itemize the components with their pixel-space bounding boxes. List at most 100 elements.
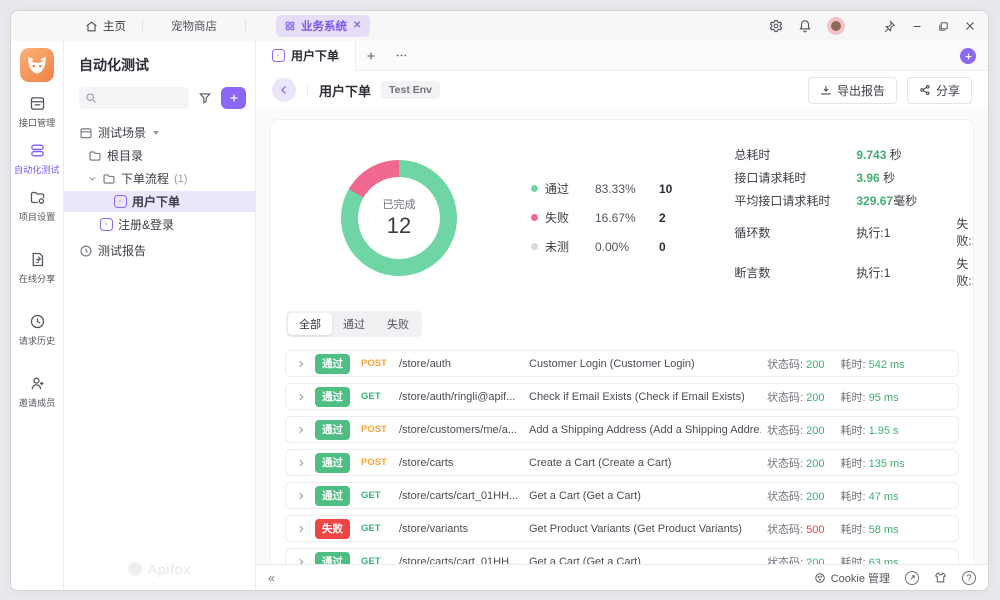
add-scenario-button[interactable]	[221, 87, 246, 109]
status-badge: 通过	[315, 486, 350, 506]
expand-chevron-icon[interactable]	[296, 458, 306, 468]
status-bar: « Cookie 管理 ?	[256, 564, 988, 590]
scenarios-box-icon	[79, 126, 93, 140]
test-result-row[interactable]: 通过 GET /store/carts/cart_01HH... Get a C…	[285, 482, 959, 509]
search-icon	[85, 92, 97, 104]
share-button[interactable]: 分享	[907, 77, 972, 104]
result-filter-tabs: 全部 通过 失败	[286, 311, 422, 337]
sidebar-item-invite-members[interactable]: 邀请成员	[11, 375, 63, 409]
minimize-window-icon[interactable]	[911, 20, 923, 32]
doc-tab-active[interactable]: 用户下单	[256, 41, 356, 71]
download-icon	[820, 84, 832, 96]
report-card: 已完成 12 通过 83.33% 10	[270, 119, 974, 564]
filter-tab-fail[interactable]: 失败	[376, 313, 420, 335]
chevron-expanded-icon	[88, 174, 97, 183]
test-scenario-icon	[100, 218, 113, 231]
send-feedback-icon[interactable]	[905, 571, 919, 585]
status-badge: 通过	[315, 420, 350, 440]
expand-chevron-icon[interactable]	[296, 557, 306, 565]
project-icon	[285, 21, 295, 31]
help-icon[interactable]: ?	[962, 571, 976, 585]
test-result-row[interactable]: 通过 POST /store/customers/me/a... Add a S…	[285, 416, 959, 443]
test-result-row[interactable]: 通过 GET /store/carts/cart_01HH... Get a C…	[285, 548, 959, 564]
legend-dot-untested	[531, 243, 538, 250]
status-badge: 通过	[315, 387, 350, 407]
test-result-row[interactable]: 通过 POST /store/auth Customer Login (Cust…	[285, 350, 959, 377]
tree-item-flow-folder[interactable]: 下单流程 (1)	[64, 168, 255, 189]
row-metrics: 状态码: 200 耗时: 95 ms	[767, 389, 899, 405]
row-metrics: 状态码: 200 耗时: 47 ms	[767, 488, 899, 504]
test-scenarios-panel: 自动化测试 测试场景 根目录	[64, 41, 256, 590]
maximize-window-icon[interactable]	[938, 21, 949, 32]
sidebar-item-project-settings[interactable]: 项目设置	[11, 189, 63, 223]
expand-chevron-icon[interactable]	[296, 491, 306, 501]
project-logo-fox[interactable]	[20, 48, 54, 82]
report-title: 用户下单	[319, 81, 371, 100]
legend-dot-pass	[531, 185, 538, 192]
request-name: Customer Login (Customer Login)	[529, 358, 761, 370]
http-method: GET	[361, 556, 399, 564]
test-result-row[interactable]: 失败 GET /store/variants Get Product Varia…	[285, 515, 959, 542]
collapse-sidebar-button[interactable]: «	[268, 571, 275, 585]
expand-chevron-icon[interactable]	[296, 425, 306, 435]
apifox-watermark: Apifox	[64, 561, 255, 577]
tree-item-test-reports[interactable]: 测试报告	[64, 240, 255, 261]
apifox-logo-icon	[128, 562, 142, 576]
request-path: /store/carts/cart_01HH...	[399, 490, 525, 502]
caret-down-icon	[153, 131, 159, 135]
project-tab-business-active[interactable]: 业务系统 ✕	[276, 15, 370, 37]
summary-stats: 总耗时 9.743 秒 接口请求耗时 3.96 秒 平均接口请求耗时 329.6…	[734, 146, 974, 289]
new-tab-button[interactable]	[356, 41, 386, 70]
donut-center-value: 12	[387, 213, 411, 239]
expand-chevron-icon[interactable]	[296, 392, 306, 402]
chart-legend: 通过 83.33% 10 失败 16.67% 2	[531, 180, 672, 255]
home-tab[interactable]: 主页	[85, 18, 126, 34]
export-report-button[interactable]: 导出报告	[808, 77, 897, 104]
expand-chevron-icon[interactable]	[296, 359, 306, 369]
project-tab-petstore[interactable]: 宠物商店	[159, 15, 229, 37]
request-path: /store/auth	[399, 358, 525, 370]
user-avatar[interactable]	[827, 17, 845, 35]
report-content: 已完成 12 通过 83.33% 10	[256, 109, 988, 564]
tree-item-scenarios[interactable]: 测试场景	[64, 122, 255, 143]
http-method: GET	[361, 523, 399, 534]
sidebar-item-request-history[interactable]: 请求历史	[11, 313, 63, 347]
test-result-row[interactable]: 通过 GET /store/auth/ringli@apif... Check …	[285, 383, 959, 410]
search-input[interactable]	[79, 87, 189, 109]
tree-item-scenario-selected[interactable]: 用户下单	[64, 191, 255, 212]
status-badge: 失败	[315, 519, 350, 539]
tree-item-scenario-other[interactable]: 注册&登录	[64, 214, 255, 235]
test-scenario-icon	[272, 49, 285, 62]
filter-tab-all[interactable]: 全部	[288, 313, 332, 335]
filter-tab-pass[interactable]: 通过	[332, 313, 376, 335]
layout-toggle-icon[interactable]	[960, 48, 976, 64]
main-area: 用户下单 用户下单 Test Env 导出报告	[256, 41, 988, 590]
expand-chevron-icon[interactable]	[296, 524, 306, 534]
legend-item-pass: 通过 83.33% 10	[531, 180, 672, 197]
request-name: Add a Shipping Address (Add a Shipping A…	[529, 424, 761, 436]
close-tab-icon[interactable]: ✕	[353, 21, 361, 31]
cookie-manager-button[interactable]: Cookie 管理	[814, 570, 890, 586]
row-metrics: 状态码: 200 耗时: 542 ms	[767, 356, 905, 372]
close-window-icon[interactable]	[964, 20, 976, 32]
report-header: 用户下单 Test Env 导出报告 分享	[256, 71, 988, 109]
settings-gear-icon[interactable]	[769, 19, 783, 33]
folder-icon	[102, 172, 116, 186]
http-method: GET	[361, 490, 399, 501]
request-path: /store/auth/ringli@apif...	[399, 391, 525, 403]
document-tab-strip: 用户下单	[256, 41, 988, 71]
tree-item-root-folder[interactable]: 根目录	[64, 145, 255, 166]
sidebar-item-api-management[interactable]: 接口管理	[11, 95, 63, 129]
back-button[interactable]	[272, 78, 296, 102]
donut-chart: 已完成 12	[341, 160, 457, 276]
notifications-bell-icon[interactable]	[798, 19, 812, 33]
sidebar-item-automated-testing[interactable]: 自动化测试	[11, 142, 63, 176]
legend-dot-fail	[531, 214, 538, 221]
http-method: GET	[361, 391, 399, 402]
test-result-row[interactable]: 通过 POST /store/carts Create a Cart (Crea…	[285, 449, 959, 476]
theme-skin-icon[interactable]	[934, 571, 947, 584]
pin-window-icon[interactable]	[883, 20, 896, 33]
filter-funnel-icon[interactable]	[196, 89, 214, 107]
more-tabs-button[interactable]	[386, 41, 416, 70]
sidebar-item-online-sharing[interactable]: 在线分享	[11, 251, 63, 285]
